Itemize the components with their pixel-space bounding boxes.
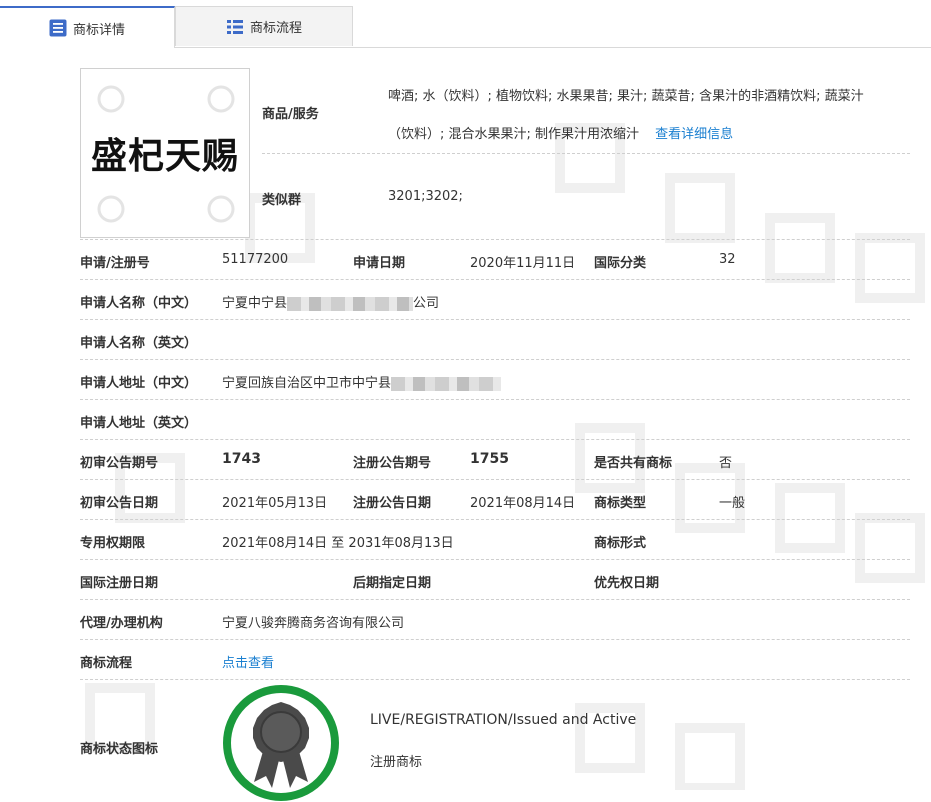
reg-pub-no-value: 1755	[470, 451, 509, 467]
divider	[80, 559, 910, 560]
tab-trademark-flow[interactable]: 商标流程	[175, 6, 353, 46]
applicant-cn-suffix: 公司	[413, 296, 440, 311]
shared-value: 否	[719, 456, 733, 471]
prelim-pub-date-value: 2021年05月13日	[222, 496, 328, 511]
app-date-label: 申请日期	[353, 256, 406, 271]
address-en-label: 申请人地址（英文）	[80, 416, 198, 431]
prelim-pub-no-label: 初审公告期号	[80, 456, 159, 471]
divider	[80, 679, 910, 680]
reg-no-value: 51177200	[222, 252, 289, 267]
address-cn-label: 申请人地址（中文）	[80, 376, 198, 391]
prelim-pub-no-value: 1743	[222, 451, 261, 467]
tab-label: 商标详情	[72, 22, 125, 38]
divider	[80, 319, 910, 320]
later-designation-label: 后期指定日期	[353, 576, 432, 591]
applicant-cn-label: 申请人名称（中文）	[80, 296, 198, 311]
registered-award-icon	[223, 685, 339, 801]
intl-class-label: 国际分类	[594, 256, 647, 271]
status-en: LIVE/REGISTRATION/Issued and Active	[370, 712, 637, 728]
address-cn-prefix: 宁夏回族自治区中卫市中宁县	[222, 376, 392, 391]
divider	[80, 479, 910, 480]
applicant-cn-value: 宁夏中宁县 公司	[222, 292, 439, 311]
tab-trademark-details[interactable]: 商标详情	[0, 6, 175, 48]
similar-group-label: 类似群	[262, 193, 302, 208]
goods-line-2: （饮料）; 混合水果果汁; 制作果汁用浓缩汁 查看详细信息	[388, 116, 898, 154]
goods-line-2-text: （饮料）; 混合水果果汁; 制作果汁用浓缩汁	[388, 127, 640, 142]
reg-pub-date-value: 2021年08月14日	[470, 496, 576, 511]
redacted-block	[391, 376, 502, 391]
exclusive-value: 2021年08月14日 至 2031年08月13日	[222, 536, 454, 551]
divider	[80, 599, 910, 600]
goods-services-value: 啤酒; 水（饮料）; 植物饮料; 水果果昔; 果汁; 蔬菜昔; 含果汁的非酒精饮…	[388, 78, 898, 154]
divider	[80, 439, 910, 440]
view-details-link[interactable]: 查看详细信息	[655, 127, 733, 142]
trademark-image: 盛杞天赐	[80, 68, 250, 238]
divider	[80, 279, 910, 280]
reg-pub-date-label: 注册公告日期	[353, 496, 432, 511]
agent-label: 代理/办理机构	[80, 616, 163, 631]
exclusive-label: 专用权期限	[80, 536, 146, 551]
agent-value: 宁夏八骏奔腾商务咨询有限公司	[222, 616, 405, 631]
intl-reg-date-label: 国际注册日期	[80, 576, 159, 591]
goods-line-1: 啤酒; 水（饮料）; 植物饮料; 水果果昔; 果汁; 蔬菜昔; 含果汁的非酒精饮…	[388, 89, 864, 104]
divider	[80, 239, 910, 240]
flow-view-link[interactable]: 点击查看	[222, 652, 274, 671]
intl-class-value: 32	[719, 252, 736, 267]
applicant-cn-prefix: 宁夏中宁县	[222, 296, 288, 311]
tab-bar: 商标详情 商标流程	[0, 6, 931, 48]
divider	[80, 359, 910, 360]
prelim-pub-date-label: 初审公告日期	[80, 496, 159, 511]
divider	[80, 639, 910, 640]
app-date-value: 2020年11月11日	[470, 256, 576, 271]
tm-form-label: 商标形式	[594, 536, 647, 551]
tm-type-label: 商标类型	[594, 496, 647, 511]
similar-group-value: 3201;3202;	[388, 189, 463, 204]
reg-no-label: 申请/注册号	[80, 256, 150, 271]
status-cn: 注册商标	[370, 755, 423, 770]
divider	[80, 519, 910, 520]
priority-date-label: 优先权日期	[594, 576, 660, 591]
tm-type-value: 一般	[719, 496, 746, 511]
reg-pub-no-label: 注册公告期号	[353, 456, 432, 471]
address-cn-value: 宁夏回族自治区中卫市中宁县	[222, 372, 502, 391]
divider	[262, 153, 910, 154]
flow-label: 商标流程	[80, 656, 133, 671]
trademark-logo-text: 盛杞天赐	[90, 135, 239, 177]
divider	[80, 399, 910, 400]
goods-services-label: 商品/服务	[262, 107, 319, 122]
tab-label: 商标流程	[249, 21, 302, 36]
grid-icon	[226, 19, 243, 34]
applicant-en-label: 申请人名称（英文）	[80, 336, 198, 351]
status-icon-label: 商标状态图标	[80, 742, 159, 757]
shared-label: 是否共有商标	[594, 456, 673, 471]
redacted-block	[287, 296, 414, 311]
list-icon	[49, 19, 67, 37]
